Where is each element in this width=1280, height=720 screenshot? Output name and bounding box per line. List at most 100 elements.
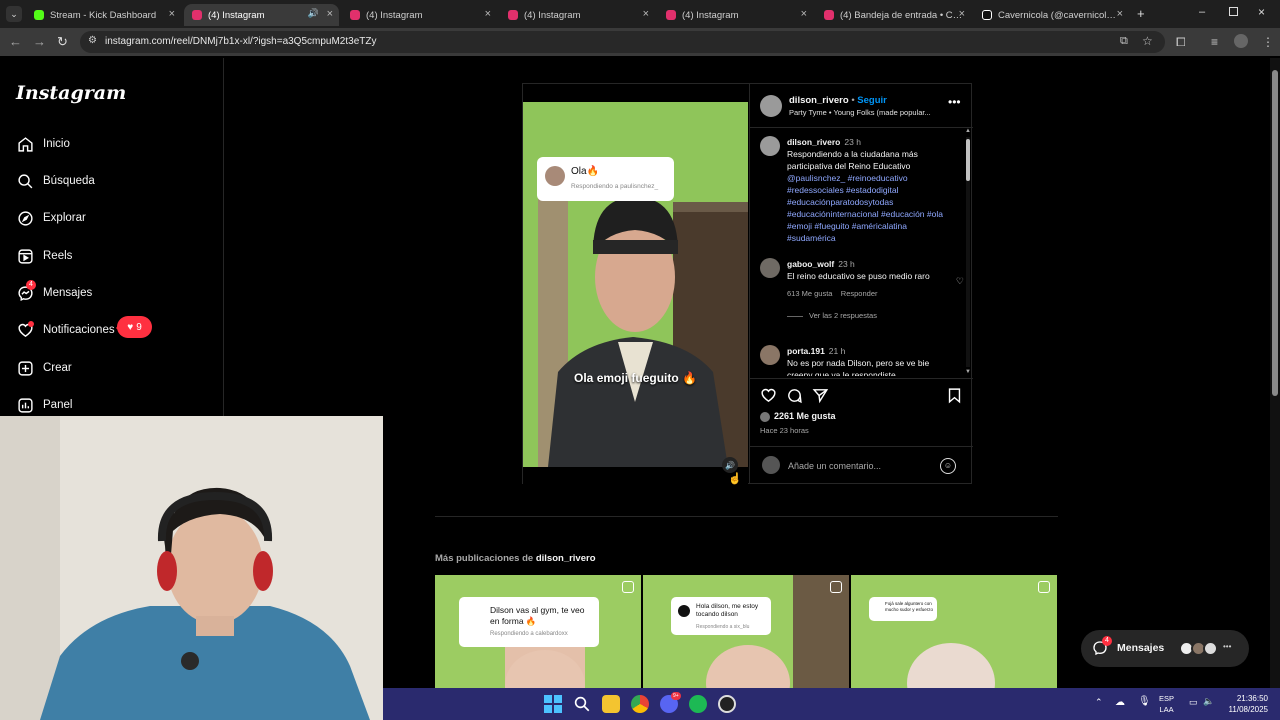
more-options-icon[interactable]: ••• <box>948 95 961 109</box>
caption-hashtags[interactable]: @paulisnchez_ #reinoeducativo #redessoci… <box>787 173 943 243</box>
microphone-icon[interactable]: 🎙 <box>1138 696 1151 707</box>
tab-instagram-inbox[interactable]: (4) Bandeja de entrada • Chats × <box>816 4 971 26</box>
onedrive-icon[interactable]: ☁ <box>1115 697 1125 708</box>
scroll-down-icon[interactable]: ▼ <box>965 369 971 375</box>
author-username[interactable]: dilson_rivero <box>789 95 849 106</box>
tab-instagram[interactable]: (4) Instagram × <box>658 4 813 26</box>
close-window-icon[interactable]: × <box>1258 5 1265 19</box>
nav-item-notificaciones[interactable]: Notificaciones <box>16 318 115 342</box>
nav-item-inicio[interactable]: Inicio <box>16 132 70 156</box>
comments-scrollbar[interactable]: ▲ ▼ <box>965 128 971 377</box>
file-explorer-icon[interactable] <box>602 695 620 713</box>
comment-input[interactable] <box>788 457 938 475</box>
instagram-favicon-icon <box>192 10 202 20</box>
address-bar[interactable]: ⚙ instagram.com/reel/DNMj7b1x-xl/?igsh=a… <box>80 31 1165 53</box>
more-post-thumbnail[interactable]: Hola dilson, me estoy tocando dilson Res… <box>643 575 849 688</box>
notification-dot <box>28 321 34 327</box>
extensions-icon[interactable]: ⧠ <box>1176 35 1186 50</box>
spotify-icon[interactable] <box>689 695 707 713</box>
nav-item-panel[interactable]: Panel <box>16 393 72 417</box>
instagram-logo[interactable]: Instagram <box>16 82 126 104</box>
speaker-icon[interactable]: 🔊 <box>308 8 319 19</box>
new-tab-button[interactable]: + <box>1137 6 1145 21</box>
close-tab-icon[interactable]: × <box>169 8 175 20</box>
page-scroll-thumb[interactable] <box>1272 70 1278 396</box>
nav-item-busqueda[interactable]: Búsqueda <box>16 169 95 193</box>
close-tab-icon[interactable]: × <box>959 8 965 20</box>
replier-avatar <box>678 605 690 617</box>
volume-icon[interactable]: 🔊 <box>722 457 738 473</box>
minimize-window-icon[interactable]: – <box>1199 6 1205 18</box>
browser-tab-bar: ⌄ Stream - Kick Dashboard × (4) Instagra… <box>0 0 1280 28</box>
bookmark-star-icon[interactable]: ☆ <box>1142 34 1153 48</box>
tab-tiktok[interactable]: Cavernicola (@cavernicola1981 × <box>974 4 1129 26</box>
messenger-icon: 4 <box>16 280 36 302</box>
post-details-panel: dilson_rivero • Seguir Party Tyme • Youn… <box>749 84 973 484</box>
tab-instagram-active[interactable]: (4) Instagram 🔊 × <box>184 4 339 26</box>
nav-item-mensajes[interactable]: 4 Mensajes <box>16 280 92 305</box>
nav-item-crear[interactable]: Crear <box>16 356 72 380</box>
language-indicator[interactable]: ESP LAA <box>1159 693 1174 715</box>
install-app-icon[interactable]: ⧉ <box>1120 35 1128 48</box>
system-clock[interactable]: 21:36:50 11/08/2025 <box>1218 693 1268 715</box>
page-scrollbar[interactable] <box>1270 58 1280 688</box>
tab-instagram[interactable]: (4) Instagram × <box>500 4 655 26</box>
reload-icon[interactable]: ↻ <box>57 34 68 50</box>
close-tab-icon[interactable]: × <box>1117 8 1123 20</box>
close-tab-icon[interactable]: × <box>643 8 649 20</box>
volume-icon[interactable]: 🔈 <box>1203 696 1214 707</box>
tiktok-favicon-icon <box>982 10 992 20</box>
like-heart-icon[interactable] <box>760 387 778 405</box>
back-icon[interactable]: ← <box>9 34 22 49</box>
nav-item-reels[interactable]: Reels <box>16 244 72 268</box>
obs-icon[interactable] <box>718 695 736 713</box>
emoji-icon[interactable]: ☺ <box>940 458 956 474</box>
more-posts-username[interactable]: dilson_rivero <box>536 553 596 564</box>
network-icon[interactable]: ▭ <box>1189 697 1198 708</box>
close-tab-icon[interactable]: × <box>485 8 491 20</box>
post-header: dilson_rivero • Seguir Party Tyme • Youn… <box>750 84 973 128</box>
author-avatar[interactable] <box>760 136 780 156</box>
more-post-thumbnail[interactable]: Dilson vas al gym, te veo en forma 🔥 Res… <box>435 575 641 688</box>
plus-square-icon <box>16 359 34 377</box>
author-avatar[interactable] <box>760 95 782 117</box>
site-info-icon[interactable]: ⚙ <box>88 35 97 46</box>
tab-kick[interactable]: Stream - Kick Dashboard × <box>26 4 181 26</box>
reply-button[interactable]: Responder <box>841 289 878 298</box>
messages-floating-button[interactable]: 4 Mensajes ••• <box>1081 630 1249 667</box>
search-icon[interactable] <box>573 695 591 713</box>
reel-video-frame[interactable]: Ola🔥 Respondiendo a paulisnchez_ Ola emo… <box>523 102 748 467</box>
profile-avatar[interactable] <box>1234 34 1248 48</box>
comment-like-heart-icon[interactable]: ♡ <box>956 276 964 287</box>
post-viewer: Ola🔥 Respondiendo a paulisnchez_ Ola emo… <box>522 83 973 485</box>
maximize-window-icon[interactable] <box>1229 7 1238 16</box>
tab-list-icon[interactable]: ⌄ <box>6 6 22 22</box>
commenter-avatar[interactable] <box>760 345 780 365</box>
messages-badge: 4 <box>1102 636 1112 646</box>
view-replies-link[interactable]: Ver las 2 respuestas <box>787 310 947 322</box>
windows-start-icon[interactable] <box>544 695 562 713</box>
music-track[interactable]: Party Tyme • Young Folks (made popular..… <box>789 108 949 117</box>
share-send-icon[interactable] <box>812 387 830 405</box>
nav-item-explorar[interactable]: Explorar <box>16 206 86 230</box>
likes-count[interactable]: 2261 Me gusta <box>760 411 836 422</box>
search-icon <box>16 172 34 190</box>
more-post-thumbnail[interactable]: Fojá sale alguntero con mucho sudor y es… <box>851 575 1057 688</box>
tab-instagram[interactable]: (4) Instagram × <box>342 4 497 26</box>
scroll-up-icon[interactable]: ▲ <box>965 128 971 134</box>
browser-menu-icon[interactable]: ⋮ <box>1262 35 1274 49</box>
scroll-thumb[interactable] <box>966 139 970 181</box>
follow-button[interactable]: Seguir <box>857 95 887 106</box>
chrome-icon[interactable] <box>631 695 649 713</box>
reel-video[interactable]: Ola🔥 Respondiendo a paulisnchez_ Ola emo… <box>523 84 748 485</box>
notifications-count-pill[interactable]: ♥ 9 <box>116 316 152 338</box>
media-control-icon[interactable]: ≡ <box>1211 35 1218 49</box>
commenter-avatar[interactable] <box>760 258 780 278</box>
comment-like-count[interactable]: 613 Me gusta <box>787 289 832 298</box>
close-tab-icon[interactable]: × <box>801 8 807 20</box>
save-bookmark-icon[interactable] <box>946 387 964 405</box>
close-tab-icon[interactable]: × <box>327 8 333 20</box>
forward-icon[interactable]: → <box>33 34 46 49</box>
comment-bubble-icon[interactable] <box>786 387 804 405</box>
tray-overflow-icon[interactable]: ⌃ <box>1095 697 1103 708</box>
